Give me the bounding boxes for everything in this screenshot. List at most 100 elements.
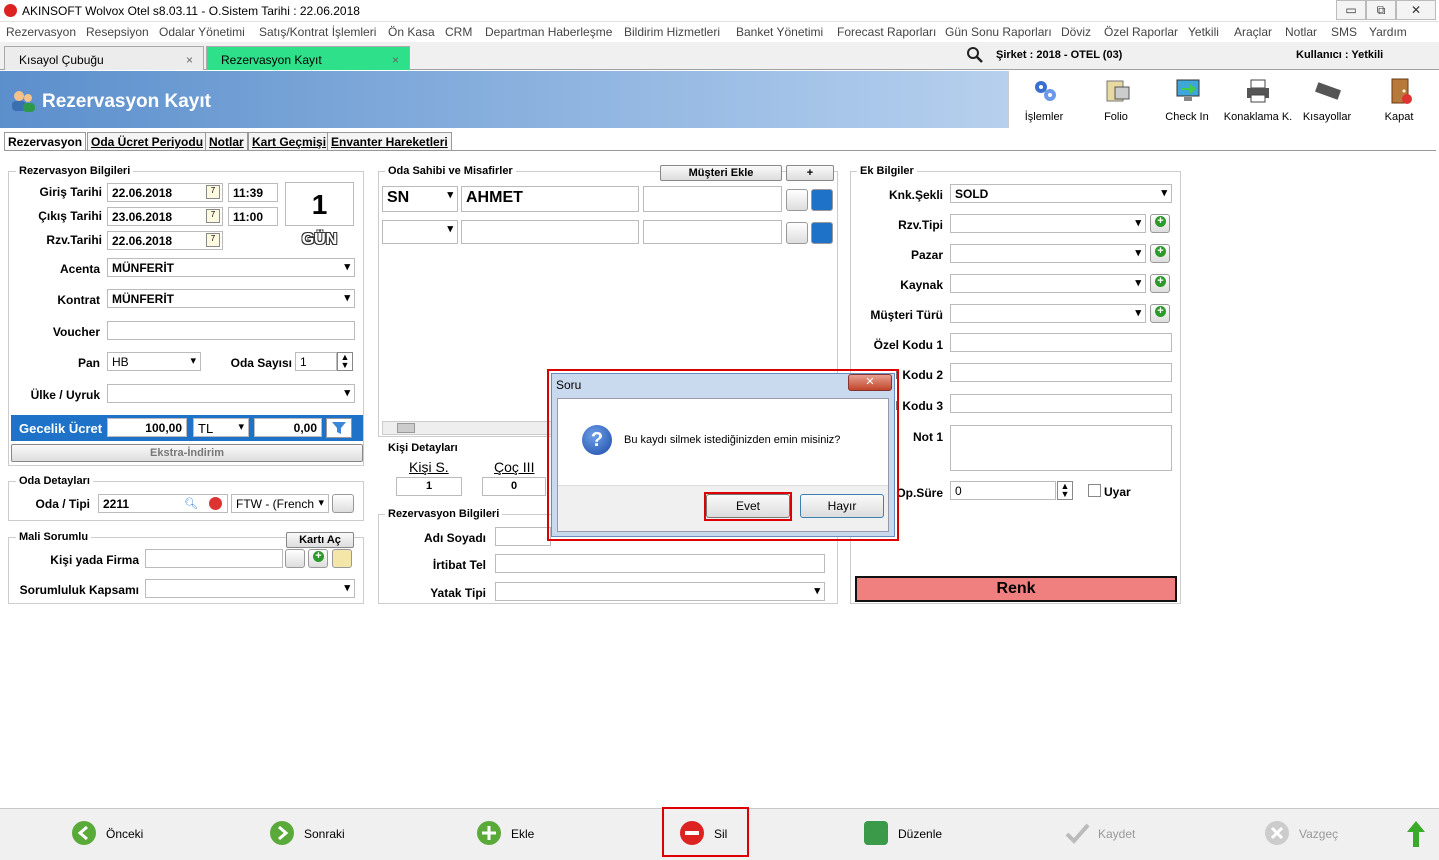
calendar-icon[interactable]: 7 — [206, 185, 220, 199]
menu-crm[interactable]: CRM — [445, 25, 472, 39]
edit-icon[interactable] — [332, 549, 352, 568]
kontrat-select[interactable]: MÜNFERİT — [107, 289, 355, 308]
menu-satis[interactable]: Satış/Kontrat İşlemleri — [259, 25, 376, 39]
irtibat-tel-input[interactable] — [495, 554, 825, 573]
add-guest-button[interactable]: + — [786, 165, 834, 181]
menu-forecast[interactable]: Forecast Raporları — [837, 25, 936, 39]
tab-notlar[interactable]: Notlar — [205, 132, 248, 150]
konaklama-button[interactable]: Konaklama K. — [1222, 71, 1294, 128]
rzv-tipi-select[interactable] — [950, 214, 1146, 233]
menu-bildirim[interactable]: Bildirim Hizmetleri — [624, 25, 720, 39]
tab-close-icon[interactable]: × — [186, 53, 193, 67]
pan-select[interactable]: HB — [107, 352, 201, 371]
duzenle-button[interactable]: Düzenle — [864, 821, 944, 847]
tab-kisayol-cubugu[interactable]: Kısayol Çubuğu × — [4, 46, 204, 70]
ekstra-indirim-button[interactable]: Ekstra-İndirim — [11, 444, 363, 462]
adi-soyadi-input[interactable] — [495, 527, 551, 546]
add-icon[interactable] — [1150, 304, 1170, 323]
ozel-kodu-1-input[interactable] — [950, 333, 1172, 352]
sorumluluk-select[interactable] — [145, 579, 355, 598]
tab-envanter-hareketleri[interactable]: Envanter Hareketleri — [327, 132, 452, 150]
guest2-title-select[interactable] — [382, 220, 458, 244]
menu-departman[interactable]: Departman Haberleşme — [485, 25, 612, 39]
menu-sms[interactable]: SMS — [1331, 25, 1357, 39]
guest2-extra-input[interactable] — [643, 220, 782, 244]
menu-odalar[interactable]: Odalar Yönetimi — [159, 25, 245, 39]
kaydet-button[interactable]: Kaydet — [1064, 821, 1144, 847]
cikis-saat-input[interactable]: 11:00 — [228, 207, 278, 226]
menu-resepsiyon[interactable]: Resepsiyon — [86, 25, 149, 39]
guest-link-icon[interactable] — [811, 222, 833, 244]
renk-button[interactable]: Renk — [855, 576, 1177, 602]
karti-ac-button[interactable]: Kartı Aç — [286, 532, 354, 548]
guest-card-icon[interactable] — [786, 189, 808, 211]
spin-updown-icon[interactable]: ▲ ▼ — [337, 352, 353, 371]
musteri-ekle-button[interactable]: Müşteri Ekle — [660, 165, 782, 181]
sil-button[interactable]: Sil — [680, 821, 740, 847]
menu-araclar[interactable]: Araçlar — [1234, 25, 1272, 39]
cocuk-input[interactable]: 0 — [482, 477, 546, 496]
gecelik-ucret-input[interactable]: 100,00 — [107, 418, 187, 437]
guest1-name-input[interactable]: AHMET — [461, 186, 639, 212]
guest-link-icon[interactable] — [811, 189, 833, 211]
tab-rezervasyon-kayit[interactable]: Rezervasyon Kayıt × — [206, 46, 410, 70]
guest2-name-input[interactable] — [461, 220, 639, 244]
kisayollar-button[interactable]: Kısayollar — [1294, 71, 1360, 128]
checkin-button[interactable]: Check In — [1154, 71, 1220, 128]
ekle-button[interactable]: Ekle — [477, 821, 547, 847]
remove-icon[interactable] — [209, 497, 222, 510]
vazgec-button[interactable]: Vazgeç — [1265, 821, 1345, 847]
menu-banket[interactable]: Banket Yönetimi — [736, 25, 823, 39]
calendar-icon[interactable]: 7 — [206, 233, 220, 247]
musteri-turu-select[interactable] — [950, 304, 1146, 323]
hayir-button[interactable]: Hayır — [800, 494, 884, 518]
window-close-button[interactable]: ✕ — [1396, 0, 1436, 20]
dialog-close-button[interactable]: ✕ — [848, 374, 892, 391]
pazar-select[interactable] — [950, 244, 1146, 263]
menu-gunsonu[interactable]: Gün Sonu Raporları — [945, 25, 1052, 39]
menu-ozel-raporlar[interactable]: Özel Raporlar — [1104, 25, 1178, 39]
calendar-icon[interactable]: 7 — [206, 209, 220, 223]
add-icon[interactable] — [1150, 214, 1170, 233]
ulke-select[interactable] — [107, 384, 355, 403]
add-icon[interactable] — [1150, 274, 1170, 293]
minimize-button[interactable]: ▭ — [1336, 0, 1366, 20]
menu-yardim[interactable]: Yardım — [1369, 25, 1407, 39]
gecelik-ucret2-input[interactable]: 0,00 — [254, 418, 322, 437]
op-sure-input[interactable]: 0 — [950, 481, 1056, 500]
kaynak-select[interactable] — [950, 274, 1146, 293]
horizontal-scrollbar[interactable] — [382, 421, 552, 435]
guest1-title-select[interactable]: SN — [382, 186, 458, 212]
add-icon[interactable] — [1150, 244, 1170, 263]
scroll-thumb[interactable] — [397, 423, 415, 433]
arrow-up-icon[interactable] — [1405, 819, 1427, 849]
kapat-button[interactable]: Kapat — [1366, 71, 1432, 128]
guest1-extra-input[interactable] — [643, 186, 782, 212]
not-1-textarea[interactable] — [950, 425, 1172, 471]
voucher-input[interactable] — [107, 321, 355, 340]
oda-tipi-extra-button[interactable] — [332, 494, 354, 513]
onceki-button[interactable]: Önceki — [72, 821, 152, 847]
ozel-kodu-3-input[interactable] — [950, 394, 1172, 413]
knk-sekli-select[interactable]: SOLD — [950, 184, 1172, 203]
menu-yetkili[interactable]: Yetkili — [1188, 25, 1219, 39]
tab-oda-ucret-periyodu[interactable]: Oda Ücret Periyodu — [87, 132, 208, 150]
folio-button[interactable]: Folio — [1083, 71, 1149, 128]
add-icon[interactable] — [308, 549, 328, 568]
kisi-sayisi-input[interactable]: 1 — [396, 477, 462, 496]
tab-rezervasyon[interactable]: Rezervasyon — [4, 132, 87, 150]
person-icon[interactable] — [285, 549, 305, 568]
menu-doviz[interactable]: Döviz — [1061, 25, 1091, 39]
restore-button[interactable]: ⧉ — [1366, 0, 1396, 20]
giris-saat-input[interactable]: 11:39 — [228, 183, 278, 202]
islemler-button[interactable]: İşlemler — [1011, 71, 1077, 128]
filter-icon[interactable] — [326, 418, 352, 438]
oda-sayisi-input[interactable]: 1 — [295, 352, 337, 371]
acenta-select[interactable]: MÜNFERİT — [107, 258, 355, 277]
uyar-checkbox[interactable] — [1088, 484, 1101, 497]
spin-updown-icon[interactable]: ▲ ▼ — [1057, 481, 1073, 500]
tab-close-icon[interactable]: × — [392, 53, 399, 67]
sonraki-button[interactable]: Sonraki — [270, 821, 350, 847]
search-icon[interactable]: 🔍︎ — [184, 497, 198, 510]
menu-onkasa[interactable]: Ön Kasa — [388, 25, 435, 39]
